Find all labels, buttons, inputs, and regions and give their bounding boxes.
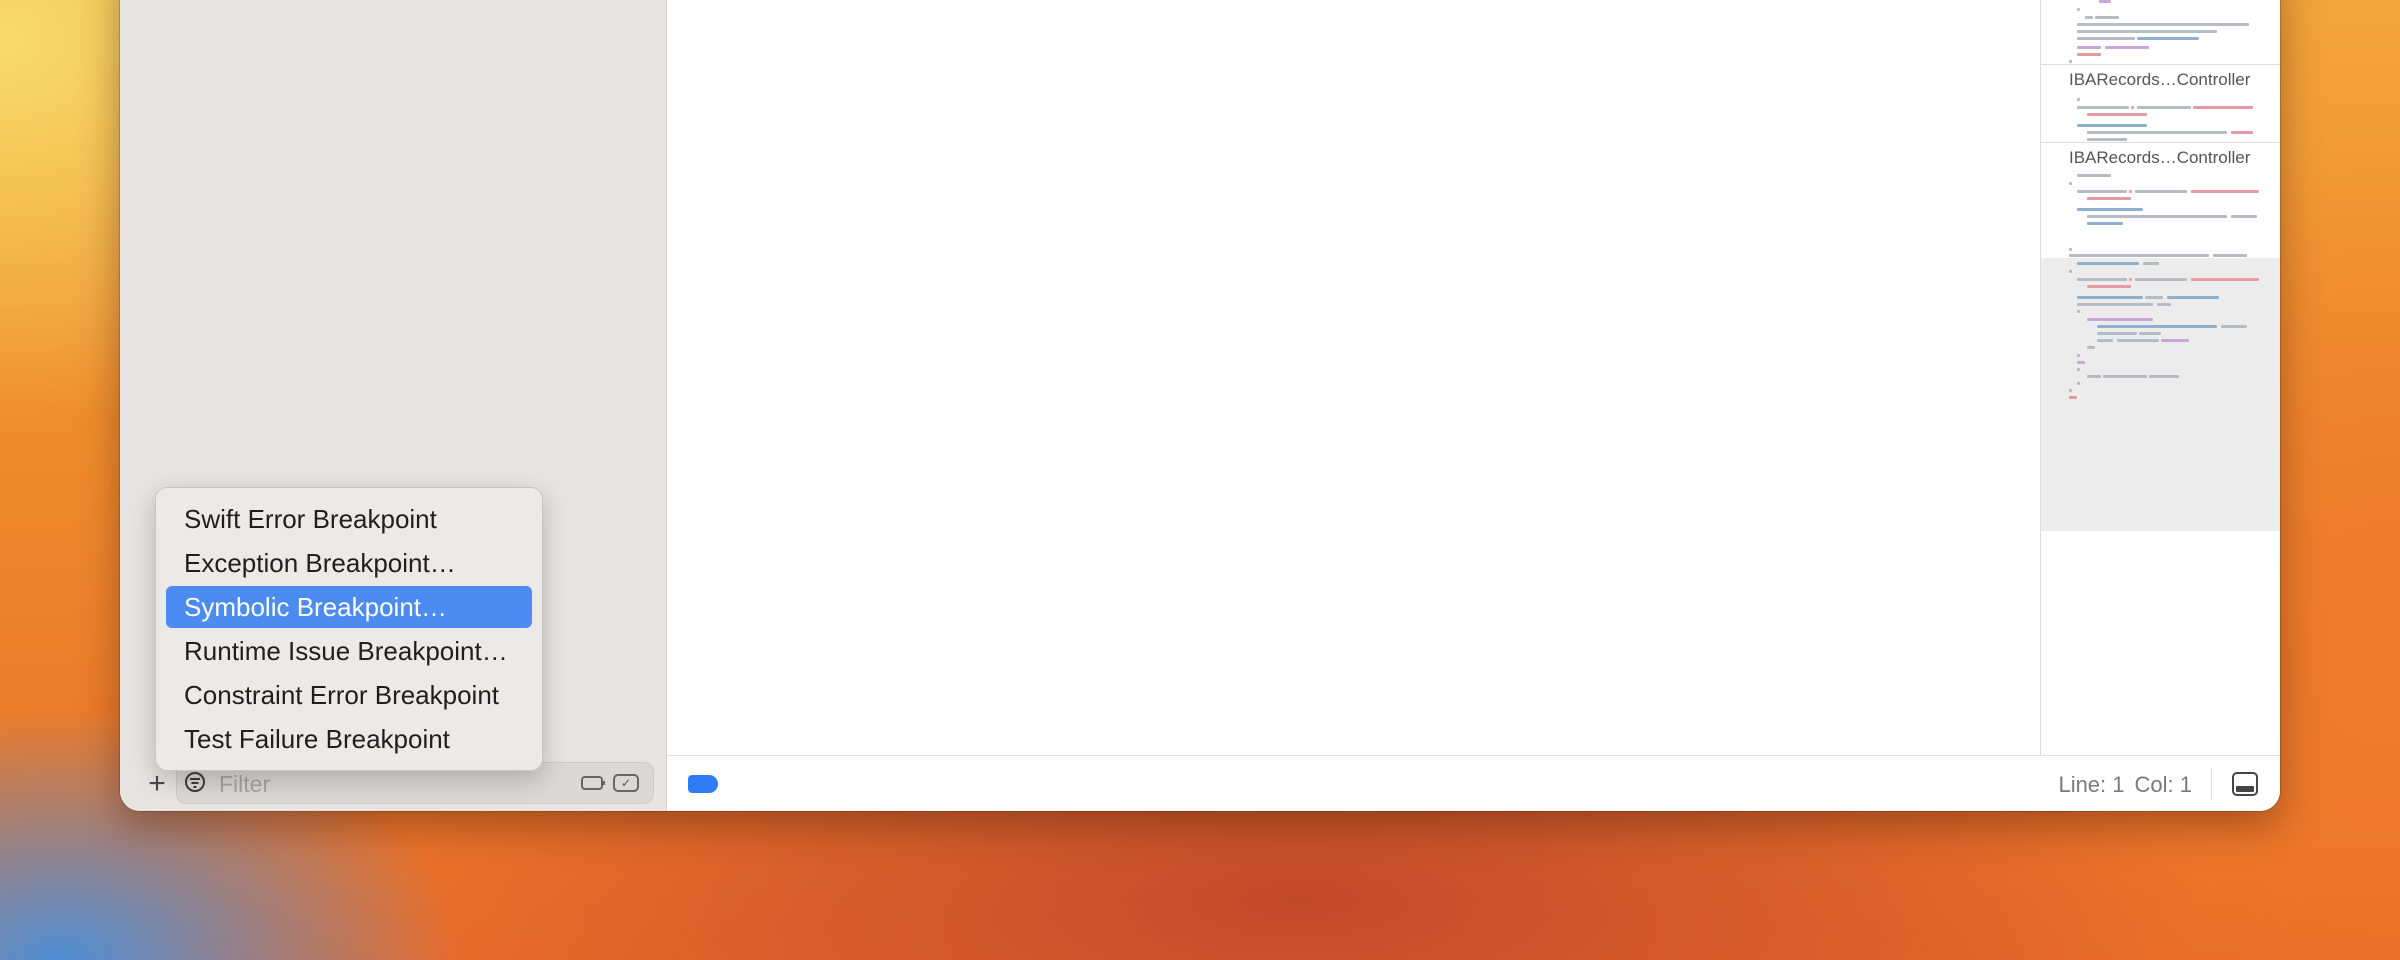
breakpoint-indicator-icon[interactable] bbox=[688, 775, 718, 793]
add-breakpoint-button[interactable]: + bbox=[142, 769, 172, 800]
filter-icon[interactable] bbox=[185, 772, 205, 792]
minimap-section: IBARecords…Controller bbox=[2041, 142, 2280, 225]
status-divider bbox=[2211, 768, 2212, 800]
minimap[interactable]: IBARecords…Controller IBARecords…Control… bbox=[2040, 0, 2280, 755]
minimap-section-title: IBARecords…Controller bbox=[2069, 148, 2251, 167]
menu-item-runtime-issue-breakpoint[interactable]: Runtime Issue Breakpoint… bbox=[166, 630, 532, 672]
source-editor[interactable] bbox=[667, 0, 2039, 811]
minimap-section-title: IBARecords…Controller bbox=[2069, 70, 2251, 89]
line-number: Line: 1 bbox=[2058, 772, 2125, 797]
minimap-visible-region[interactable] bbox=[2041, 248, 2280, 531]
editor-status-bar: Line: 1 Col: 1 bbox=[667, 755, 2280, 811]
menu-item-swift-error-breakpoint[interactable]: Swift Error Breakpoint bbox=[166, 498, 532, 540]
menu-item-symbolic-breakpoint[interactable]: Symbolic Breakpoint… bbox=[166, 586, 532, 628]
debug-area-toggle-icon[interactable] bbox=[2232, 772, 2258, 796]
enabled-breakpoints-toggle-icon[interactable] bbox=[581, 776, 605, 790]
cursor-position: Line: 1 Col: 1 bbox=[2048, 772, 2192, 798]
column-number: Col: 1 bbox=[2134, 772, 2192, 797]
filter-input[interactable] bbox=[217, 767, 561, 801]
add-breakpoint-menu: Swift Error Breakpoint Exception Breakpo… bbox=[155, 487, 543, 771]
menu-item-test-failure-breakpoint[interactable]: Test Failure Breakpoint bbox=[166, 718, 532, 760]
menu-item-exception-breakpoint[interactable]: Exception Breakpoint… bbox=[166, 542, 532, 584]
checked-breakpoints-toggle-icon[interactable]: ✓ bbox=[613, 774, 639, 792]
menu-item-constraint-error-breakpoint[interactable]: Constraint Error Breakpoint bbox=[166, 674, 532, 716]
minimap-section: IBARecords…Controller bbox=[2041, 64, 2280, 141]
